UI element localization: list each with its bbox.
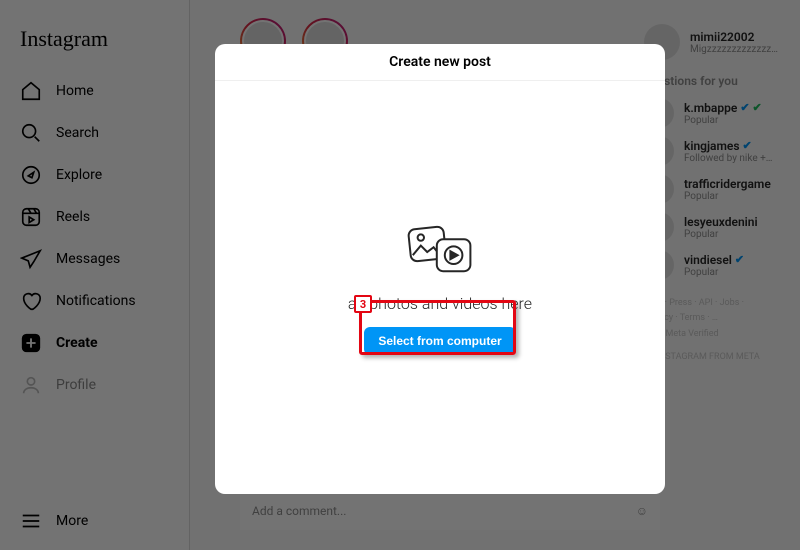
modal-title: Create new post	[215, 44, 665, 81]
annotation-callout: 3	[359, 300, 516, 355]
media-icon	[400, 220, 480, 280]
modal-body[interactable]: ag photos and videos here Select from co…	[215, 81, 665, 494]
annotation-number: 3	[354, 295, 372, 313]
create-post-modal: Create new post ag photos and videos her…	[215, 44, 665, 494]
